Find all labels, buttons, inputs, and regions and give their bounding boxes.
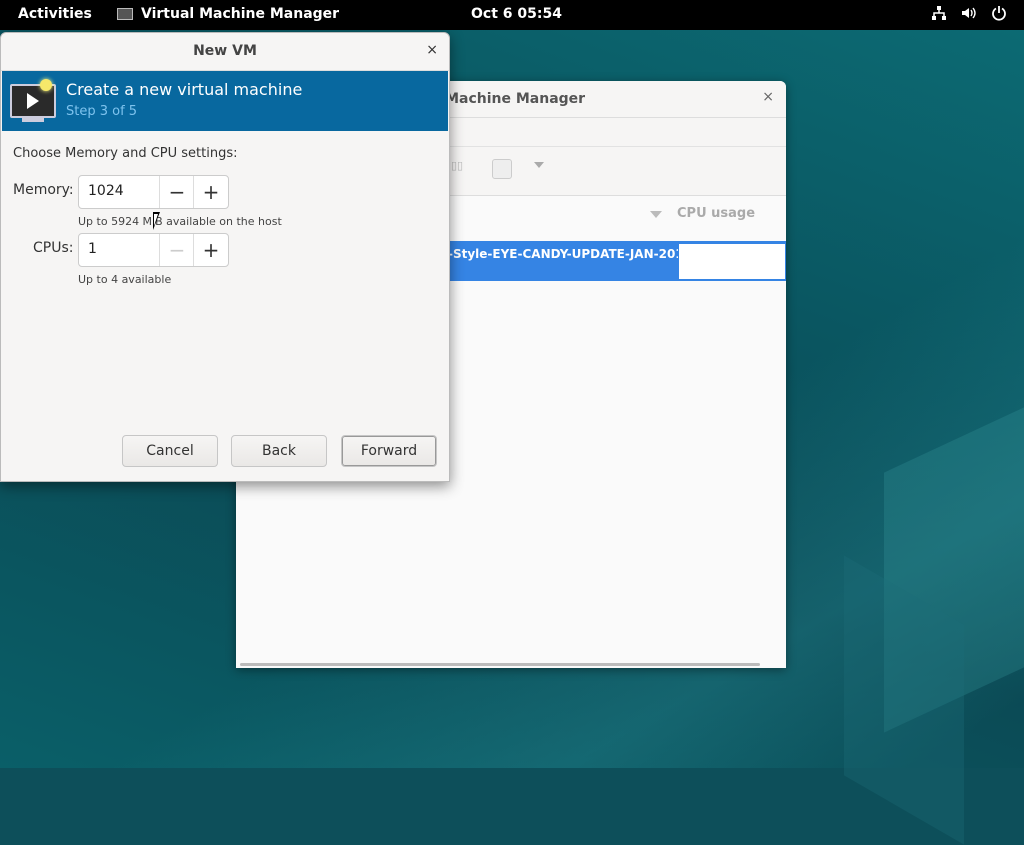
clock[interactable]: Oct 6 05:54 xyxy=(471,6,562,22)
activities-button[interactable]: Activities xyxy=(18,6,92,22)
network-icon[interactable] xyxy=(930,5,948,23)
power-icon[interactable] xyxy=(990,5,1008,23)
memory-decrease-button[interactable]: − xyxy=(159,176,194,208)
cpus-label: CPUs: xyxy=(33,240,74,256)
shutdown-icon[interactable] xyxy=(492,159,512,179)
horizontal-scrollbar[interactable] xyxy=(240,663,760,666)
cpu-usage-column-header[interactable]: CPU usage xyxy=(677,206,755,221)
chevron-down-icon[interactable] xyxy=(534,162,544,168)
memory-increase-button[interactable]: + xyxy=(193,176,228,208)
cancel-button[interactable]: Cancel xyxy=(122,435,218,467)
memory-label: Memory: xyxy=(13,182,74,198)
forward-button[interactable]: Forward xyxy=(341,435,437,467)
app-menu[interactable]: Virtual Machine Manager xyxy=(117,6,339,22)
close-icon[interactable]: × xyxy=(762,89,774,105)
wizard-banner: Create a new virtual machine Step 3 of 5 xyxy=(2,71,448,131)
cpus-hint: Up to 4 available xyxy=(78,273,172,286)
dialog-title: New VM xyxy=(193,43,257,59)
top-bar: Activities Virtual Machine Manager Oct 6… xyxy=(0,0,1024,30)
cpus-spinbutton[interactable]: 1 − + xyxy=(78,233,229,267)
system-tray[interactable] xyxy=(930,5,1008,23)
pause-icon[interactable]: ▯▯ xyxy=(451,159,467,175)
back-button[interactable]: Back xyxy=(231,435,327,467)
mouse-cursor xyxy=(153,212,160,230)
virt-manager-icon xyxy=(117,8,133,20)
vm-name: -Style-EYE-CANDY-UPDATE-JAN-2015 xyxy=(448,247,693,261)
memory-hint: Up to 5924 MiB available on the host xyxy=(78,215,282,228)
volume-icon[interactable] xyxy=(960,5,978,23)
instruction-text: Choose Memory and CPU settings: xyxy=(13,146,238,161)
cpu-usage-graph xyxy=(678,243,786,280)
dialog-titlebar[interactable]: New VM × xyxy=(1,33,449,71)
cpus-decrease-button: − xyxy=(159,234,194,266)
memory-spinbutton[interactable]: 1024 − + xyxy=(78,175,229,209)
app-name: Virtual Machine Manager xyxy=(141,6,340,22)
cpus-increase-button[interactable]: + xyxy=(193,234,228,266)
close-icon[interactable]: × xyxy=(426,42,438,58)
sparkle-icon xyxy=(40,79,52,91)
cpus-input[interactable]: 1 xyxy=(88,241,97,257)
new-vm-dialog[interactable]: New VM × Create a new virtual machine St… xyxy=(0,32,450,482)
wizard-title: Create a new virtual machine xyxy=(66,80,303,99)
wizard-step: Step 3 of 5 xyxy=(66,104,138,119)
memory-input[interactable]: 1024 xyxy=(88,183,124,199)
sort-arrow-icon[interactable] xyxy=(650,211,662,218)
